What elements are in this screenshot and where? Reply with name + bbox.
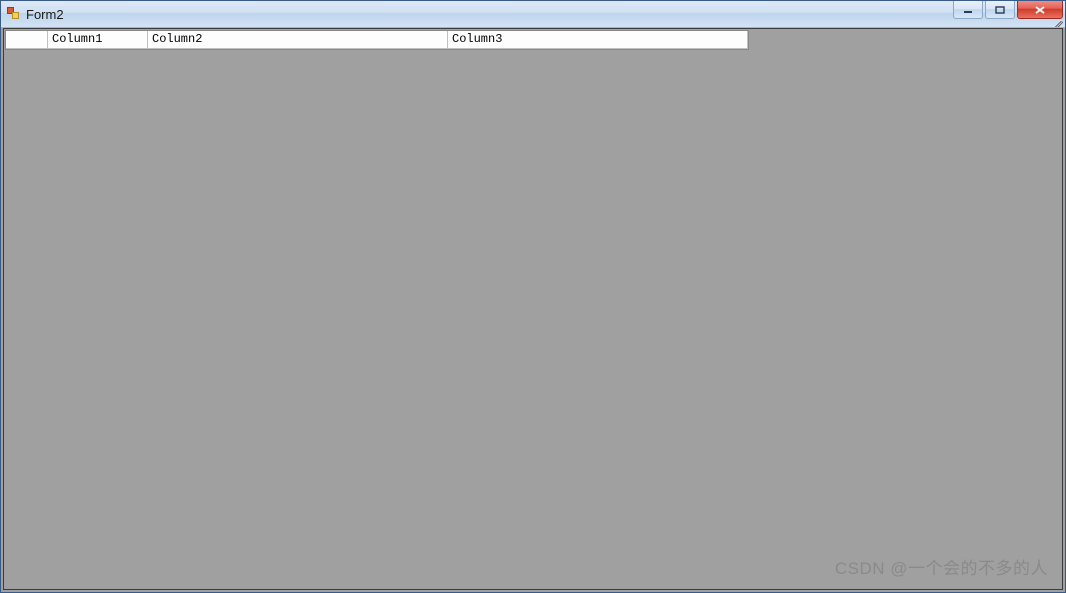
datagrid-topleft-cell[interactable] — [6, 31, 48, 49]
datagrid-column-header[interactable]: Column3 — [448, 31, 748, 49]
window-frame: Form2 Column1 Column2 Column3 — [0, 0, 1066, 593]
client-area: Column1 Column2 Column3 ◄ ► — [3, 28, 1063, 590]
datagrid-column-header[interactable]: Column1 — [48, 31, 148, 49]
titlebar[interactable]: Form2 — [1, 1, 1065, 28]
window-title: Form2 — [26, 7, 951, 22]
app-icon — [7, 7, 21, 21]
maximize-button[interactable] — [985, 1, 1015, 19]
close-button[interactable] — [1017, 1, 1063, 19]
datagrid-column-header[interactable]: Column2 — [148, 31, 448, 49]
datagrid[interactable]: Column1 Column2 Column3 — [5, 30, 749, 50]
datagrid-header-row: Column1 Column2 Column3 — [6, 31, 748, 49]
minimize-button[interactable] — [953, 1, 983, 19]
window-controls — [951, 1, 1063, 27]
